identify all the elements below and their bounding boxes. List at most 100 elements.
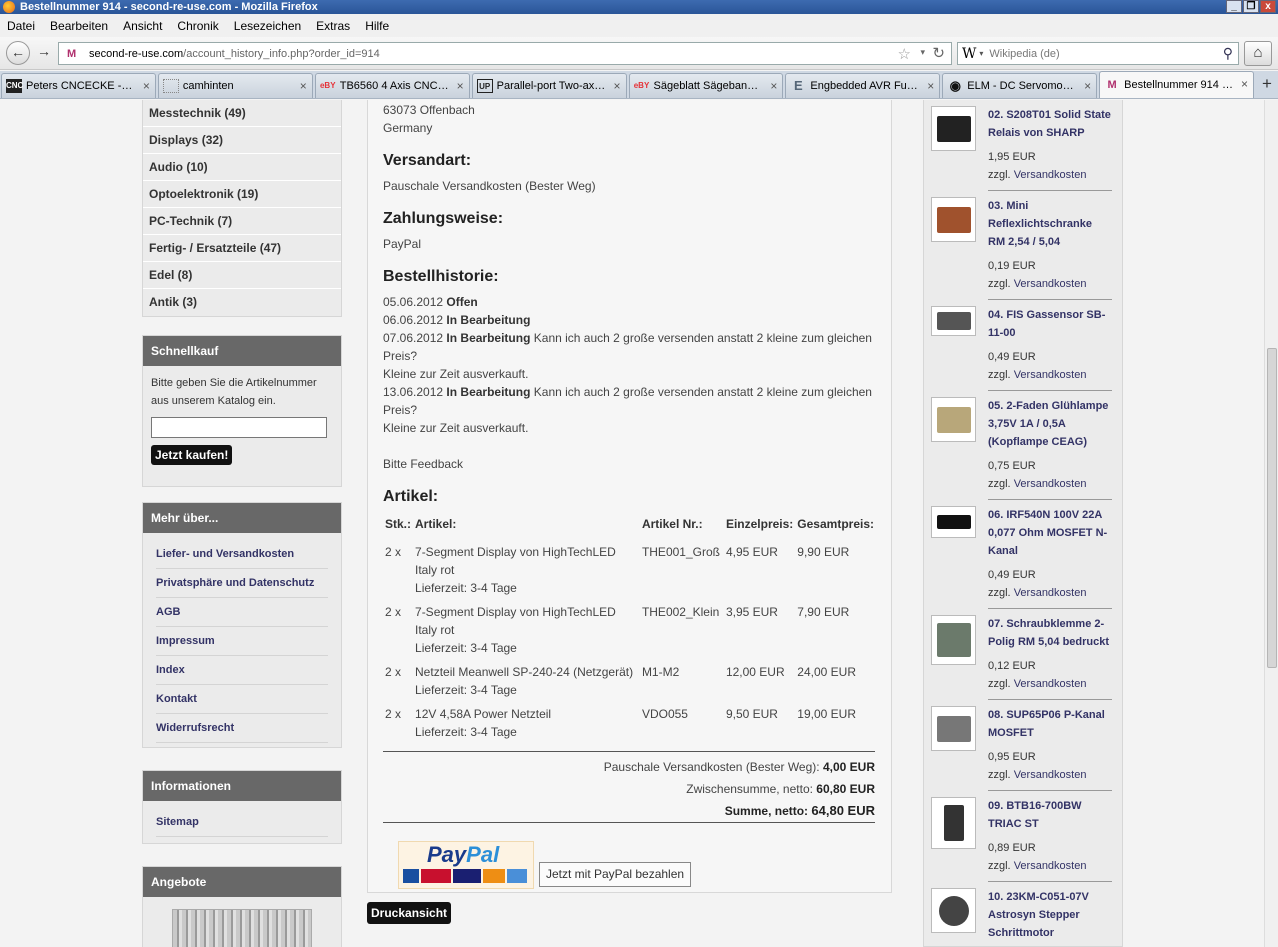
list-item[interactable]: 07. Schraubklemme 2-Polig RM 5,04 bedruc… bbox=[931, 609, 1112, 700]
list-item[interactable]: 04. FIS Gassensor SB-11-00 0,49 EUR zzgl… bbox=[931, 300, 1112, 391]
link-agb[interactable]: AGB bbox=[156, 598, 328, 627]
category-edel[interactable]: Edel (8) bbox=[143, 262, 341, 289]
product-thumbnail[interactable] bbox=[931, 306, 976, 336]
search-engine-dropdown-icon[interactable]: ▾ bbox=[979, 49, 983, 58]
link-liefer-versandkosten[interactable]: Liefer- und Versandkosten bbox=[156, 540, 328, 569]
tab-bestellnummer-914[interactable]: M Bestellnummer 914 - ... × bbox=[1099, 71, 1254, 98]
pay-with-paypal-button[interactable]: Jetzt mit PayPal bezahlen bbox=[539, 862, 692, 887]
reload-icon[interactable]: ↻ bbox=[932, 44, 945, 62]
shipping-link[interactable]: Versandkosten bbox=[1014, 769, 1087, 781]
product-name[interactable]: 09. BTB16-700BW TRIAC ST bbox=[988, 797, 1112, 833]
category-optoelektronik[interactable]: Optoelektronik (19) bbox=[143, 181, 341, 208]
product-name[interactable]: 07. Schraubklemme 2-Polig RM 5,04 bedruc… bbox=[988, 615, 1112, 651]
paypal-logo[interactable]: PayPal bbox=[398, 841, 534, 889]
product-name[interactable]: 04. FIS Gassensor SB-11-00 bbox=[988, 306, 1112, 342]
shipping-link[interactable]: Versandkosten bbox=[1014, 278, 1087, 290]
tab-close-icon[interactable]: × bbox=[300, 79, 307, 93]
product-thumbnail[interactable] bbox=[931, 615, 976, 665]
maximize-button[interactable]: ❐ bbox=[1243, 0, 1259, 13]
tab-parallel-port[interactable]: UP Parallel-port Two-axis... × bbox=[471, 73, 627, 98]
tab-saegeblatt[interactable]: eBY Sägeblatt Sägeband ... × bbox=[628, 73, 784, 98]
list-item[interactable]: 06. IRF540N 100V 22A 0,077 Ohm MOSFET N-… bbox=[931, 500, 1112, 609]
shipping-link[interactable]: Versandkosten bbox=[1014, 678, 1087, 690]
tab-close-icon[interactable]: × bbox=[613, 79, 620, 93]
shipping-link[interactable]: Versandkosten bbox=[1014, 860, 1087, 872]
tab-engbedded[interactable]: E Engbedded AVR Fuse... × bbox=[785, 73, 941, 98]
search-bar[interactable]: W ▾ Wikipedia (de) ⚲ bbox=[957, 42, 1239, 65]
offer-image[interactable] bbox=[172, 909, 312, 947]
category-messtechnik[interactable]: Messtechnik (49) bbox=[143, 100, 341, 127]
wikipedia-icon[interactable]: W bbox=[962, 46, 976, 62]
menu-hilfe[interactable]: Hilfe bbox=[365, 19, 389, 33]
tab-peters-cncecke[interactable]: CNC Peters CNCECKE - Su... × bbox=[1, 73, 156, 98]
menu-ansicht[interactable]: Ansicht bbox=[123, 19, 162, 33]
menu-bearbeiten[interactable]: Bearbeiten bbox=[50, 19, 108, 33]
product-name[interactable]: 08. SUP65P06 P-Kanal MOSFET bbox=[988, 706, 1112, 742]
tab-close-icon[interactable]: × bbox=[927, 79, 934, 93]
product-thumbnail[interactable] bbox=[931, 797, 976, 849]
product-name[interactable]: 10. 23KM-C051-07V Astrosyn Stepper Schri… bbox=[988, 888, 1112, 942]
category-displays[interactable]: Displays (32) bbox=[143, 127, 341, 154]
shipping-link[interactable]: Versandkosten bbox=[1014, 587, 1087, 599]
menu-datei[interactable]: Datei bbox=[7, 19, 35, 33]
link-widerrufsrecht[interactable]: Widerrufsrecht bbox=[156, 714, 328, 743]
tab-camhinten[interactable]: camhinten × bbox=[157, 73, 313, 98]
tab-close-icon[interactable]: × bbox=[1241, 77, 1248, 91]
product-name[interactable]: 05. 2-Faden Glühlampe 3,75V 1A / 0,5A (K… bbox=[988, 397, 1112, 451]
search-input[interactable]: Wikipedia (de) bbox=[989, 48, 1059, 60]
print-view-button[interactable]: Druckansicht bbox=[367, 902, 452, 924]
link-impressum[interactable]: Impressum bbox=[156, 627, 328, 656]
link-kontakt[interactable]: Kontakt bbox=[156, 685, 328, 714]
url-dropdown-icon[interactable]: ▾ bbox=[920, 47, 925, 58]
shipping-link[interactable]: Versandkosten bbox=[1014, 369, 1087, 381]
engbedded-favicon-icon: E bbox=[794, 78, 803, 93]
menu-lesezeichen[interactable]: Lesezeichen bbox=[234, 19, 301, 33]
list-item[interactable]: 02. S208T01 Solid State Relais von SHARP… bbox=[931, 100, 1112, 191]
product-name[interactable]: 02. S208T01 Solid State Relais von SHARP bbox=[988, 106, 1112, 142]
home-button[interactable]: ⌂ bbox=[1244, 41, 1272, 66]
list-item[interactable]: 10. 23KM-C051-07V Astrosyn Stepper Schri… bbox=[931, 882, 1112, 947]
product-thumbnail[interactable] bbox=[931, 506, 976, 538]
bookmark-star-icon[interactable]: ☆ bbox=[898, 45, 911, 63]
tab-close-icon[interactable]: × bbox=[143, 79, 150, 93]
category-pc-technik[interactable]: PC-Technik (7) bbox=[143, 208, 341, 235]
list-item[interactable]: 09. BTB16-700BW TRIAC ST 0,89 EUR zzgl. … bbox=[931, 791, 1112, 882]
tab-elm-servomotor[interactable]: ◉ ELM - DC Servomotor... × bbox=[942, 73, 1098, 98]
link-index[interactable]: Index bbox=[156, 656, 328, 685]
list-item[interactable]: 05. 2-Faden Glühlampe 3,75V 1A / 0,5A (K… bbox=[931, 391, 1112, 500]
new-tab-button[interactable]: + bbox=[1256, 73, 1278, 98]
link-privatsphaere[interactable]: Privatsphäre und Datenschutz bbox=[156, 569, 328, 598]
product-thumbnail[interactable] bbox=[931, 197, 976, 242]
minimize-button[interactable]: _ bbox=[1226, 0, 1242, 13]
back-button[interactable]: ← bbox=[6, 41, 30, 65]
product-thumbnail[interactable] bbox=[931, 106, 976, 151]
search-icon[interactable]: ⚲ bbox=[1223, 45, 1233, 62]
menu-chronik[interactable]: Chronik bbox=[177, 19, 218, 33]
tab-tb6560[interactable]: eBY TB6560 4 Axis CNC S... × bbox=[314, 73, 470, 98]
buy-now-button[interactable]: Jetzt kaufen! bbox=[151, 445, 233, 465]
menu-extras[interactable]: Extras bbox=[316, 19, 350, 33]
page-scrollbar[interactable] bbox=[1264, 100, 1278, 947]
shipping-link[interactable]: Versandkosten bbox=[1014, 478, 1087, 490]
link-sitemap[interactable]: Sitemap bbox=[156, 808, 328, 837]
list-item[interactable]: 03. Mini Reflexlichtschranke RM 2,54 / 5… bbox=[931, 191, 1112, 300]
list-item[interactable]: 08. SUP65P06 P-Kanal MOSFET 0,95 EUR zzg… bbox=[931, 700, 1112, 791]
product-thumbnail[interactable] bbox=[931, 397, 976, 442]
tab-close-icon[interactable]: × bbox=[1084, 79, 1091, 93]
scrollbar-thumb[interactable] bbox=[1267, 348, 1277, 668]
history-date: 06.06.2012 bbox=[383, 313, 444, 327]
category-audio[interactable]: Audio (10) bbox=[143, 154, 341, 181]
category-antik[interactable]: Antik (3) bbox=[143, 289, 341, 316]
product-thumbnail[interactable] bbox=[931, 888, 976, 933]
tab-close-icon[interactable]: × bbox=[770, 79, 777, 93]
tab-close-icon[interactable]: × bbox=[457, 79, 464, 93]
forward-button[interactable]: → bbox=[32, 41, 56, 65]
product-thumbnail[interactable] bbox=[931, 706, 976, 751]
product-name[interactable]: 03. Mini Reflexlichtschranke RM 2,54 / 5… bbox=[988, 197, 1112, 251]
close-button[interactable]: x bbox=[1260, 0, 1276, 13]
address-bar[interactable]: M second-re-use.com/account_history_info… bbox=[58, 42, 952, 65]
article-number-input[interactable] bbox=[151, 417, 327, 438]
category-fertig-ersatzteile[interactable]: Fertig- / Ersatzteile (47) bbox=[143, 235, 341, 262]
product-name[interactable]: 06. IRF540N 100V 22A 0,077 Ohm MOSFET N-… bbox=[988, 506, 1112, 560]
shipping-link[interactable]: Versandkosten bbox=[1014, 169, 1087, 181]
